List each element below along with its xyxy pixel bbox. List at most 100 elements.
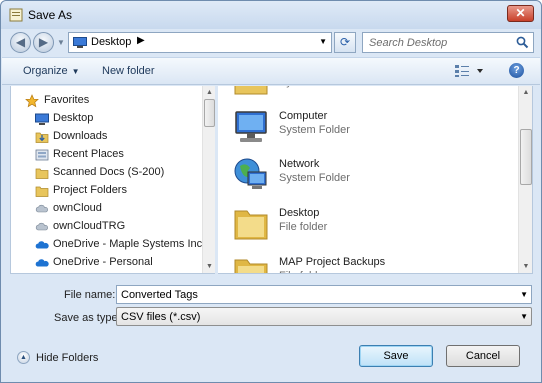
- chevron-down-icon[interactable]: ▼: [520, 312, 528, 321]
- refresh-icon: ⟳: [339, 35, 351, 49]
- folder-icon: [234, 210, 268, 240]
- star-icon: [25, 94, 39, 108]
- save-button[interactable]: Save: [359, 345, 433, 367]
- file-item-desktop[interactable]: Desktop File folder: [218, 201, 518, 249]
- nav-item-label: Desktop: [53, 112, 94, 124]
- save-as-type-value: CSV files (*.csv): [121, 311, 201, 323]
- downloads-icon: [35, 132, 49, 143]
- file-name-label: File name:: [64, 289, 116, 301]
- recent-places-icon: [35, 149, 49, 161]
- window-title: Save As: [28, 8, 73, 22]
- address-dropdown-icon[interactable]: ▼: [319, 37, 327, 46]
- save-as-app-icon: [9, 8, 23, 22]
- desktop-icon: [73, 37, 87, 48]
- save-as-dialog: Save As ✕ ◀ ▶ ▼ Desktop ▶ ▼ ⟳ Organize▼ …: [0, 0, 542, 383]
- file-item-map-project-backups[interactable]: MAP Project Backups File folder: [218, 250, 518, 273]
- file-name-input[interactable]: [117, 286, 512, 303]
- organize-label: Organize: [23, 65, 68, 77]
- favorites-label: Favorites: [44, 94, 90, 106]
- navigation-pane: Favorites Desktop Downloads Recent Place…: [10, 86, 215, 274]
- folder-icon: [234, 259, 268, 273]
- nav-item-label: ownCloud: [53, 202, 102, 214]
- command-toolbar: Organize ▼ New folder ?: [2, 57, 540, 85]
- back-arrow-icon: ◀: [15, 35, 26, 49]
- scroll-down-icon[interactable]: ▼: [519, 260, 532, 273]
- folder-icon: [35, 168, 49, 179]
- chevron-up-icon: ▲: [17, 351, 30, 364]
- file-item[interactable]: System Folder: [218, 86, 518, 104]
- file-type: System Folder: [279, 172, 350, 184]
- save-as-type-label: Save as type:: [54, 312, 121, 324]
- nav-item-project-folders[interactable]: Project Folders: [11, 182, 201, 200]
- nav-item-label: OneDrive - Maple Systems Inc: [53, 238, 203, 250]
- file-list-scrollbar-thumb[interactable]: [520, 129, 532, 185]
- nav-favorites[interactable]: Favorites: [11, 92, 201, 110]
- back-button[interactable]: ◀: [10, 32, 31, 53]
- nav-item-recent-places[interactable]: Recent Places: [11, 146, 201, 164]
- close-icon: ✕: [515, 6, 526, 20]
- onedrive-icon: [35, 241, 49, 249]
- address-bar[interactable]: Desktop ▶ ▼: [68, 32, 332, 53]
- nav-item-label: OneDrive - Personal: [53, 256, 153, 268]
- file-list-scrollbar[interactable]: ▲ ▼: [518, 86, 532, 273]
- nav-item-onedrive-maple[interactable]: OneDrive - Maple Systems Inc: [11, 236, 203, 254]
- file-item-network[interactable]: Network System Folder: [218, 152, 518, 200]
- nav-item-onedrive-personal[interactable]: OneDrive - Personal: [11, 254, 201, 272]
- nav-scrollbar-thumb[interactable]: [204, 99, 215, 127]
- scroll-up-icon[interactable]: ▲: [519, 86, 532, 100]
- file-name: Network: [279, 158, 320, 170]
- breadcrumb-separator-icon[interactable]: ▶: [137, 35, 145, 46]
- nav-item-label: Recent Places: [53, 148, 124, 160]
- nav-item-label: Downloads: [53, 130, 108, 142]
- file-type: System Folder: [279, 86, 350, 88]
- nav-item-label: Project Folders: [53, 184, 127, 196]
- save-as-type-select[interactable]: CSV files (*.csv) ▼: [116, 307, 532, 326]
- nav-item-label: Scanned Docs (S-200): [53, 166, 165, 178]
- hide-folders-label: Hide Folders: [36, 352, 99, 364]
- file-name: Desktop: [279, 207, 320, 219]
- cancel-button[interactable]: Cancel: [446, 345, 520, 367]
- file-name: MAP Project Backups: [279, 256, 386, 268]
- search-box[interactable]: [362, 32, 534, 53]
- nav-item-label: ownCloudTRG: [53, 220, 126, 232]
- nav-scrollbar[interactable]: ▲ ▼: [202, 86, 215, 273]
- close-button[interactable]: ✕: [507, 5, 534, 22]
- organize-button[interactable]: Organize ▼: [23, 65, 80, 77]
- title-bar[interactable]: Save As ✕: [1, 1, 541, 29]
- chevron-down-icon[interactable]: ▼: [520, 290, 528, 299]
- refresh-button[interactable]: ⟳: [334, 32, 356, 53]
- nav-item-downloads[interactable]: Downloads: [11, 128, 201, 146]
- file-type: File folder: [279, 270, 327, 273]
- network-icon: [234, 158, 267, 189]
- address-location[interactable]: Desktop: [91, 36, 131, 48]
- scroll-up-icon[interactable]: ▲: [203, 86, 215, 100]
- forward-button[interactable]: ▶: [33, 32, 54, 53]
- search-input[interactable]: [363, 33, 513, 52]
- new-folder-button[interactable]: New folder: [102, 65, 155, 77]
- file-item-computer[interactable]: Computer System Folder: [218, 104, 518, 152]
- file-type: File folder: [279, 221, 328, 233]
- file-name: Computer: [279, 110, 328, 122]
- nav-item-scanned-docs[interactable]: Scanned Docs (S-200): [11, 164, 201, 182]
- cloud-icon: [35, 204, 48, 213]
- file-name-combobox[interactable]: ▼: [116, 285, 532, 304]
- search-icon[interactable]: [516, 36, 529, 49]
- desktop-icon: [35, 113, 49, 125]
- recent-locations-dropdown[interactable]: ▼: [57, 38, 65, 47]
- nav-item-owncloud[interactable]: ownCloud: [11, 200, 201, 218]
- file-type: System Folder: [279, 124, 350, 136]
- nav-item-desktop[interactable]: Desktop: [11, 110, 201, 128]
- forward-arrow-icon: ▶: [38, 35, 49, 49]
- chevron-down-icon: ▼: [71, 67, 80, 76]
- help-icon: ?: [513, 65, 520, 76]
- folder-icon: [35, 186, 49, 197]
- nav-item-owncloudtrg[interactable]: ownCloudTRG: [11, 218, 201, 236]
- folder-icon: [234, 86, 268, 95]
- file-list-pane: System Folder Computer System Folder Net…: [218, 86, 533, 274]
- computer-icon: [235, 111, 267, 142]
- help-button[interactable]: ?: [509, 63, 524, 78]
- scroll-down-icon[interactable]: ▼: [203, 260, 215, 273]
- change-view-icon[interactable]: [454, 64, 484, 78]
- cloud-icon: [35, 222, 48, 231]
- onedrive-icon: [35, 259, 49, 267]
